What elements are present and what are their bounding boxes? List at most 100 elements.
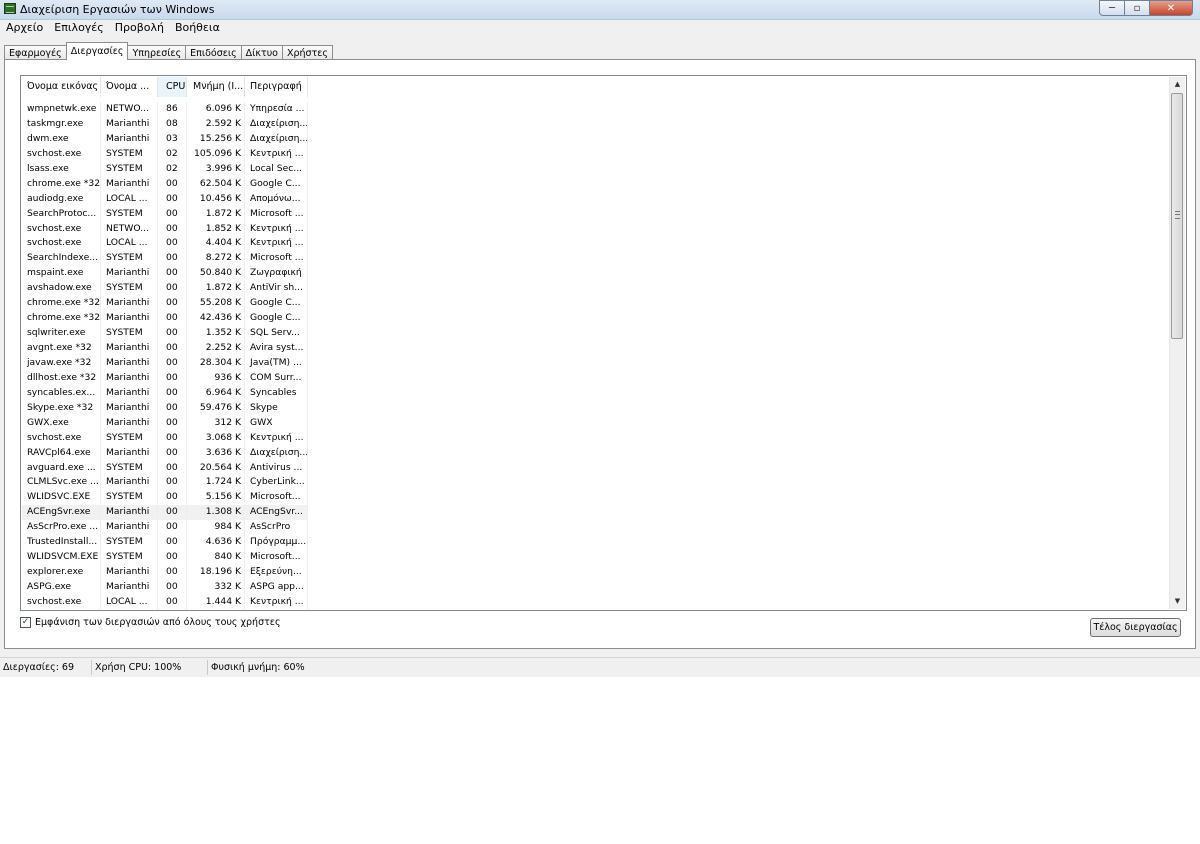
image-name-cell: CLMLSvc.exe ... [22, 475, 101, 491]
tab-users[interactable]: Χρήστες [282, 45, 334, 60]
memory-cell: 5.156 K [187, 490, 245, 506]
close-button[interactable]: ✕ [1150, 0, 1193, 16]
process-row[interactable]: svchost.exe SYSTEM 02 105.096 K Κεντρική ... [22, 146, 1170, 162]
process-row[interactable]: taskmgr.exe Marianthi 08 2.592 K Διαχείριση.… [22, 116, 1170, 132]
memory-cell: 105.096 K [187, 146, 245, 162]
maximize-button[interactable]: ▫ [1125, 0, 1150, 16]
process-row[interactable]: CLMLSvc.exe ... Marianthi 00 1.724 K CyberLi… [22, 475, 1170, 491]
description-cell: COM Surr... [245, 370, 308, 386]
user-name-cell: Marianthi [101, 565, 158, 580]
cpu-cell: 00 [158, 385, 187, 401]
process-row[interactable]: wmpnetwk.exe NETWO... 86 6.096 K Υπηρεσία ..… [22, 102, 1170, 117]
vertical-scrollbar[interactable]: ▲ ▼ [1169, 77, 1185, 609]
process-row[interactable]: ASPG.exe Marianthi 00 332 K ASPG app... [22, 580, 1170, 595]
user-name-cell: Marianthi [101, 370, 158, 386]
description-cell: Απομόνω... [245, 191, 308, 207]
user-name-cell: LOCAL ... [101, 594, 158, 610]
process-row[interactable]: SearchProtoc... SYSTEM 00 1.872 K Microsoft … [22, 206, 1170, 222]
description-cell: Microsoft ... [245, 251, 308, 267]
process-row[interactable]: WLIDSVC.EXE SYSTEM 00 5.156 K Microsoft... [22, 490, 1170, 506]
tab-networking[interactable]: Δίκτυο [240, 45, 283, 60]
show-all-users-option[interactable]: ✓ Εμφάνιση των διεργασιών από όλους τους… [20, 617, 281, 628]
process-row[interactable]: lsass.exe SYSTEM 02 3.996 K Local Sec... [22, 161, 1170, 177]
menu-file[interactable]: Αρχείο [0, 20, 48, 36]
process-row[interactable]: avshadow.exe SYSTEM 00 1.872 K AntiVir sh... [22, 281, 1170, 297]
description-cell: Κεντρική ... [245, 594, 308, 610]
process-row[interactable]: mspaint.exe Marianthi 00 50.840 K Ζωγραφική [22, 266, 1170, 282]
process-row[interactable]: AsScrPro.exe ... Marianthi 00 984 K AsScrPro [22, 520, 1170, 536]
process-row[interactable]: Skype.exe *32 Marianthi 00 59.476 K Skype [22, 400, 1170, 416]
column-header-cpu[interactable]: ˄ CPU [158, 77, 187, 97]
process-row[interactable]: svchost.exe NETWO... 00 1.852 K Κεντρική ... [22, 221, 1170, 237]
process-row[interactable]: explorer.exe Marianthi 00 18.196 K Εξερεύνη.… [22, 565, 1170, 580]
process-row[interactable]: avguard.exe ... SYSTEM 00 20.564 K Antivirus… [22, 460, 1170, 476]
status-physical-memory: Φυσική μνήμη: 60% [211, 662, 305, 673]
show-all-users-checkbox[interactable]: ✓ [20, 617, 31, 628]
description-cell: Microsoft ... [245, 206, 308, 222]
memory-cell: 3.636 K [187, 445, 245, 461]
image-name-cell: syncables.ex... [22, 385, 101, 401]
description-cell: Διαχείριση... [245, 445, 308, 461]
tab-processes[interactable]: Διεργασίες [65, 42, 129, 60]
process-row[interactable]: sqlwriter.exe SYSTEM 00 1.352 K SQL Serv... [22, 326, 1170, 341]
tab-performance[interactable]: Επιδόσεις [185, 45, 242, 60]
tab-applications[interactable]: Εφαρμογές [4, 45, 67, 60]
column-header-memory[interactable]: Μνήμη (Ι... [187, 77, 245, 97]
process-row[interactable]: javaw.exe *32 Marianthi 00 28.304 K Java(TM)… [22, 355, 1170, 371]
image-name-cell: dwm.exe [22, 131, 101, 147]
process-row[interactable]: avgnt.exe *32 Marianthi 00 2.252 K Avira sys… [22, 341, 1170, 356]
user-name-cell: SYSTEM [101, 326, 158, 341]
user-name-cell: LOCAL ... [101, 236, 158, 252]
process-row[interactable]: ACEngSvr.exe Marianthi 00 1.308 K ACEngSvr..… [22, 505, 1170, 521]
description-cell: Υπηρεσία ... [245, 102, 308, 117]
process-row[interactable]: chrome.exe *32 Marianthi 00 42.436 K Google … [22, 311, 1170, 327]
description-cell: Avira syst... [245, 341, 308, 356]
memory-cell: 42.436 K [187, 311, 245, 327]
memory-cell: 1.724 K [187, 475, 245, 491]
title-bar[interactable]: Διαχείριση Εργασιών των Windows ─ ▫ ✕ [0, 0, 1200, 20]
user-name-cell: Marianthi [101, 341, 158, 356]
sort-arrow-icon: ˄ [168, 77, 171, 80]
image-name-cell: mspaint.exe [22, 266, 101, 282]
menu-options[interactable]: Επιλογές [48, 20, 108, 36]
process-row[interactable]: audiodg.exe LOCAL ... 00 10.456 K Απομόνω... [22, 191, 1170, 207]
process-row[interactable]: GWX.exe Marianthi 00 312 K GWX [22, 415, 1170, 431]
scroll-up-arrow-icon[interactable]: ▲ [1170, 77, 1185, 92]
description-cell: Κεντρική ... [245, 146, 308, 162]
column-header-image-name[interactable]: Όνομα εικόνας [22, 77, 101, 97]
process-row[interactable]: svchost.exe LOCAL ... 00 1.444 K Κεντρική ..… [22, 594, 1170, 610]
scroll-down-arrow-icon[interactable]: ▼ [1170, 594, 1185, 609]
process-row[interactable]: SearchIndexe... SYSTEM 00 8.272 K Microsoft … [22, 251, 1170, 267]
process-row[interactable]: svchost.exe SYSTEM 00 3.068 K Κεντρική ... [22, 430, 1170, 446]
minimize-button[interactable]: ─ [1099, 0, 1125, 16]
process-row[interactable]: chrome.exe *32 Marianthi 00 55.208 K Google … [22, 296, 1170, 312]
description-cell: Διαχείριση... [245, 116, 308, 132]
process-list[interactable]: Όνομα εικόνας Όνομα ... ˄ CPU Μνήμη (Ι..… [20, 75, 1187, 611]
menu-view[interactable]: Προβολή [109, 20, 169, 36]
column-header-description[interactable]: Περιγραφή [245, 77, 308, 97]
process-row[interactable]: RAVCpl64.exe Marianthi 00 3.636 K Διαχείριση… [22, 445, 1170, 461]
process-row[interactable]: chrome.exe *32 Marianthi 00 62.504 K Google … [22, 176, 1170, 192]
process-row[interactable]: TrustedInstall... SYSTEM 00 4.636 K Πρόγραμμ… [22, 535, 1170, 551]
cpu-cell: 00 [158, 221, 187, 237]
column-header-user-name[interactable]: Όνομα ... [101, 77, 158, 97]
cpu-cell: 00 [158, 490, 187, 506]
image-name-cell: chrome.exe *32 [22, 176, 101, 192]
scroll-thumb[interactable] [1171, 93, 1183, 339]
user-name-cell: Marianthi [101, 296, 158, 312]
process-row[interactable]: syncables.ex... Marianthi 00 6.964 K Syncabl… [22, 385, 1170, 401]
description-cell: Java(TM) ... [245, 355, 308, 371]
menu-help[interactable]: Βοήθεια [169, 20, 225, 36]
process-row[interactable]: svchost.exe LOCAL ... 00 4.404 K Κεντρική ..… [22, 236, 1170, 252]
process-row[interactable]: dwm.exe Marianthi 03 15.256 K Διαχείριση... [22, 131, 1170, 147]
memory-cell: 312 K [187, 415, 245, 431]
show-all-users-label[interactable]: Εμφάνιση των διεργασιών από όλους τους χ… [35, 617, 281, 628]
window-controls: ─ ▫ ✕ [1099, 0, 1193, 17]
image-name-cell: avguard.exe ... [22, 460, 101, 476]
description-cell: AntiVir sh... [245, 281, 308, 297]
tab-services[interactable]: Υπηρεσίες [127, 45, 187, 60]
end-process-button[interactable]: Τέλος διεργασίας [1090, 618, 1181, 637]
memory-cell: 55.208 K [187, 296, 245, 312]
process-row[interactable]: WLIDSVCM.EXE SYSTEM 00 840 K Microsoft... [22, 550, 1170, 566]
process-row[interactable]: dllhost.exe *32 Marianthi 00 936 K COM Surr.… [22, 370, 1170, 386]
